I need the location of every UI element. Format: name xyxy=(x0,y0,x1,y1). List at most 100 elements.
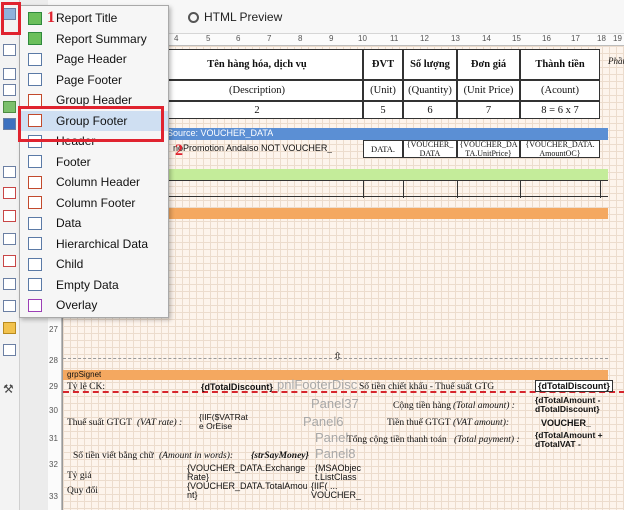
header-qty-cell[interactable]: Số lượng xyxy=(403,49,457,80)
menu-item-column-footer[interactable]: Column Footer xyxy=(20,193,168,214)
discount-expression[interactable]: {dTotalDiscount} xyxy=(201,382,273,392)
ruler-mark: 28 xyxy=(49,356,58,365)
component-icon[interactable] xyxy=(3,68,16,80)
header-amount-cell[interactable]: Thành tiền xyxy=(520,49,600,80)
hierarchical-data-icon xyxy=(28,237,42,251)
say-money-field[interactable]: {strSayMoney} xyxy=(251,451,309,461)
menu-item-empty-data[interactable]: Empty Data xyxy=(20,275,168,296)
menu-item-footer[interactable]: Footer xyxy=(20,152,168,173)
header-num-qty[interactable]: 6 xyxy=(403,101,457,119)
header-name-en[interactable]: (Description) xyxy=(151,80,363,101)
panel-8[interactable]: Panel8 xyxy=(315,446,355,461)
menu-item-label: Child xyxy=(56,257,84,272)
discount-rate-label: Tỷ lệ CK: xyxy=(67,382,105,392)
ruler-mark: 27 xyxy=(49,325,58,334)
component-icon[interactable] xyxy=(3,44,16,56)
menu-item-label: Column Header xyxy=(56,175,141,190)
vat-amount-en-label: (VAT amount): xyxy=(453,418,510,428)
discount-amount-label: Số tiền chiết khấu - Thuế suất GTG xyxy=(359,382,495,392)
menu-item-label: Hierarchical Data xyxy=(56,236,149,251)
column-header-icon xyxy=(28,175,42,189)
menu-item-label: Overlay xyxy=(56,298,98,313)
menu-item-data[interactable]: Data xyxy=(20,213,168,234)
data-qty-cell[interactable]: {VOUCHER_ DATA xyxy=(403,140,457,158)
header-price-en[interactable]: (Unit Price) xyxy=(457,80,520,101)
header-num-name[interactable]: 2 xyxy=(151,101,363,119)
component-icon[interactable] xyxy=(3,84,16,96)
amount-words-en-label: (Amount in words): xyxy=(159,451,234,461)
data-source-label: Source: VOUCHER_DATA xyxy=(167,128,274,138)
data-amount-cell[interactable]: {VOUCHER_DATA. AmountOC} xyxy=(520,140,600,158)
ruler-mark: 10 xyxy=(358,34,367,43)
header-unit-en[interactable]: (Unit) xyxy=(363,80,403,101)
header-unit-cell[interactable]: ĐVT xyxy=(363,49,403,80)
chart-icon[interactable] xyxy=(3,322,16,334)
container-icon[interactable] xyxy=(3,300,16,312)
data-row-expression[interactable]: noPromotion Andalso NOT VOUCHER_ xyxy=(173,143,332,153)
data-price-cell[interactable]: {VOUCHER_DA TA.UnitPrice} xyxy=(457,140,520,158)
panel-37[interactable]: Panel37 xyxy=(311,396,359,411)
panel-6[interactable]: Panel6 xyxy=(303,414,343,429)
menu-item-child[interactable]: Child xyxy=(20,254,168,275)
panel-icon[interactable] xyxy=(3,233,16,245)
header-price-cell[interactable]: Đơn giá xyxy=(457,49,520,80)
menu-item-report-summary[interactable]: Report Summary xyxy=(20,29,168,50)
menu-item-label: Page Header xyxy=(56,52,127,67)
data-icon xyxy=(28,216,42,230)
exchange-rate-field[interactable]: {VOUCHER_DATA.Exchange Rate} xyxy=(187,464,313,482)
ruler-mark: 14 xyxy=(482,34,491,43)
total-payment-label: (Total payment) : xyxy=(454,435,520,445)
panel-unnamed[interactable]: Panel xyxy=(315,430,348,445)
menu-item-column-header[interactable]: Column Header xyxy=(20,172,168,193)
menu-item-report-title[interactable]: Report Title xyxy=(20,8,168,29)
left-toolbox: ⚒ xyxy=(0,0,20,510)
menu-item-label: Column Footer xyxy=(56,195,136,210)
tools-icon[interactable]: ⚒ xyxy=(3,382,16,396)
vat-amount-field[interactable]: VOUCHER_ xyxy=(541,418,591,428)
menu-item-page-header[interactable]: Page Header xyxy=(20,49,168,70)
menu-item-page-footer[interactable]: Page Footer xyxy=(20,70,168,91)
report-summary-icon xyxy=(28,32,42,46)
header-amount-en[interactable]: (Acount) xyxy=(520,80,600,101)
text-box-icon[interactable] xyxy=(3,210,16,222)
step-2-highlight xyxy=(18,106,164,142)
vat-rate-expression[interactable]: {IIF($VATRat e OrEise xyxy=(199,413,249,431)
magnifier-icon xyxy=(188,11,199,23)
header-qty-en[interactable]: (Quantity) xyxy=(403,80,457,101)
menu-item-overlay[interactable]: Overlay xyxy=(20,295,168,316)
checkbox-icon[interactable] xyxy=(3,255,16,267)
ruler-mark: 30 xyxy=(49,406,58,415)
footer-disc-panel[interactable]: pnlFooterDisc xyxy=(277,377,357,392)
menu-item-label: Page Footer xyxy=(56,72,123,87)
amount-words-label: Số tiền viết bằng chữ xyxy=(73,451,154,461)
total-amount-field[interactable]: {dTotalAmount - dTotalDiscount} xyxy=(535,396,608,414)
header-num-price[interactable]: 7 xyxy=(457,101,520,119)
ruler-mark: 19 xyxy=(613,34,622,43)
header-num-amount[interactable]: 8 = 6 x 7 xyxy=(520,101,600,119)
menu-item-label: Report Summary xyxy=(56,31,147,46)
total-payment-field[interactable]: {dTotalAmount + dTotalVAT - xyxy=(535,431,608,449)
table-icon[interactable] xyxy=(3,278,16,290)
image-icon[interactable] xyxy=(3,101,16,113)
html-preview-label: HTML Preview xyxy=(204,10,283,24)
header-name-cell[interactable]: Tên hàng hóa, dịch vụ xyxy=(151,49,363,80)
text-icon[interactable] xyxy=(3,166,16,178)
ruler-mark: 17 xyxy=(571,34,580,43)
header-num-unit[interactable]: 5 xyxy=(363,101,403,119)
resize-handle[interactable]: ⇳ xyxy=(333,350,342,363)
overlay-icon xyxy=(28,298,42,312)
iif-voucher-field[interactable]: {IIF( ... VOUCHER_ xyxy=(311,482,371,500)
puzzle-icon[interactable] xyxy=(3,118,16,130)
step-1-number: 1 xyxy=(47,9,55,26)
insert-band-menu: Report Title Report Summary Page Header … xyxy=(19,5,169,318)
barcode-icon[interactable] xyxy=(3,344,16,356)
rich-text-icon[interactable] xyxy=(3,187,16,199)
discount-total-field[interactable]: {dTotalDiscount} xyxy=(535,380,613,392)
total-amount-label: (Total amount) : xyxy=(453,401,515,411)
menu-item-hierarchical-data[interactable]: Hierarchical Data xyxy=(20,234,168,255)
total-conversion-field[interactable]: {VOUCHER_DATA.TotalAmou nt} xyxy=(187,482,307,500)
subtotal-label: Cộng tiền hàng xyxy=(393,401,452,411)
data-unit-cell[interactable]: DATA. xyxy=(363,140,403,158)
html-preview-button[interactable]: HTML Preview xyxy=(188,10,282,24)
msa-object-field[interactable]: {MSAObjec t.ListClass xyxy=(315,464,365,482)
